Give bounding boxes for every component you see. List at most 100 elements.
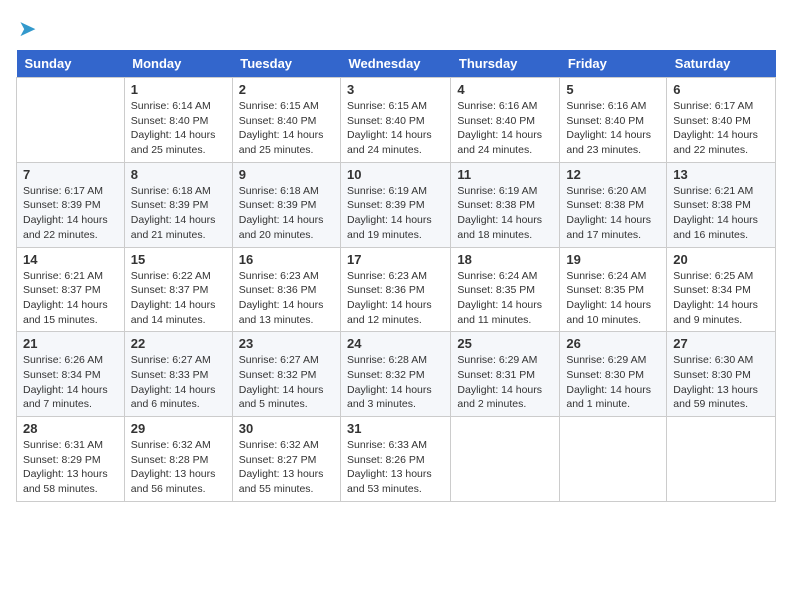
calendar-table: SundayMondayTuesdayWednesdayThursdayFrid… xyxy=(16,50,776,502)
calendar-cell: 30 Sunrise: 6:32 AM Sunset: 8:27 PM Dayli… xyxy=(232,417,340,502)
day-info: Sunrise: 6:27 AM Sunset: 8:33 PM Dayligh… xyxy=(131,353,226,412)
day-info: Sunrise: 6:22 AM Sunset: 8:37 PM Dayligh… xyxy=(131,269,226,328)
calendar-cell: 4 Sunrise: 6:16 AM Sunset: 8:40 PM Daylig… xyxy=(451,78,560,163)
day-number: 27 xyxy=(673,336,769,351)
day-number: 8 xyxy=(131,167,226,182)
calendar-week-1: 1 Sunrise: 6:14 AM Sunset: 8:40 PM Daylig… xyxy=(17,78,776,163)
day-info: Sunrise: 6:24 AM Sunset: 8:35 PM Dayligh… xyxy=(457,269,553,328)
calendar-cell: 22 Sunrise: 6:27 AM Sunset: 8:33 PM Dayli… xyxy=(124,332,232,417)
day-number: 26 xyxy=(566,336,660,351)
day-info: Sunrise: 6:28 AM Sunset: 8:32 PM Dayligh… xyxy=(347,353,444,412)
day-header-tuesday: Tuesday xyxy=(232,50,340,78)
day-info: Sunrise: 6:17 AM Sunset: 8:40 PM Dayligh… xyxy=(673,99,769,158)
day-number: 18 xyxy=(457,252,553,267)
day-info: Sunrise: 6:30 AM Sunset: 8:30 PM Dayligh… xyxy=(673,353,769,412)
day-number: 31 xyxy=(347,421,444,436)
calendar-cell: 26 Sunrise: 6:29 AM Sunset: 8:30 PM Dayli… xyxy=(560,332,667,417)
calendar-cell: 3 Sunrise: 6:15 AM Sunset: 8:40 PM Daylig… xyxy=(341,78,451,163)
day-number: 28 xyxy=(23,421,118,436)
calendar-cell: 18 Sunrise: 6:24 AM Sunset: 8:35 PM Dayli… xyxy=(451,247,560,332)
calendar-week-5: 28 Sunrise: 6:31 AM Sunset: 8:29 PM Dayli… xyxy=(17,417,776,502)
calendar-cell: 11Sunrise: 6:19 AM Sunset: 8:38 PM Dayli… xyxy=(451,162,560,247)
day-info: Sunrise: 6:24 AM Sunset: 8:35 PM Dayligh… xyxy=(566,269,660,328)
day-info: Sunrise: 6:29 AM Sunset: 8:30 PM Dayligh… xyxy=(566,353,660,412)
day-number: 19 xyxy=(566,252,660,267)
day-number: 17 xyxy=(347,252,444,267)
day-info: Sunrise: 6:23 AM Sunset: 8:36 PM Dayligh… xyxy=(347,269,444,328)
calendar-cell: 21 Sunrise: 6:26 AM Sunset: 8:34 PM Dayli… xyxy=(17,332,125,417)
day-number: 25 xyxy=(457,336,553,351)
day-number: 2 xyxy=(239,82,334,97)
day-info: Sunrise: 6:33 AM Sunset: 8:26 PM Dayligh… xyxy=(347,438,444,497)
day-header-wednesday: Wednesday xyxy=(341,50,451,78)
logo-bird-icon: ➤ xyxy=(18,16,36,42)
calendar-cell: 19 Sunrise: 6:24 AM Sunset: 8:35 PM Dayli… xyxy=(560,247,667,332)
day-info: Sunrise: 6:18 AM Sunset: 8:39 PM Dayligh… xyxy=(239,184,334,243)
calendar-cell: 2 Sunrise: 6:15 AM Sunset: 8:40 PM Daylig… xyxy=(232,78,340,163)
day-number: 9 xyxy=(239,167,334,182)
calendar-cell: 16Sunrise: 6:23 AM Sunset: 8:36 PM Dayli… xyxy=(232,247,340,332)
calendar-cell: 7 Sunrise: 6:17 AM Sunset: 8:39 PM Daylig… xyxy=(17,162,125,247)
calendar-cell xyxy=(451,417,560,502)
day-info: Sunrise: 6:20 AM Sunset: 8:38 PM Dayligh… xyxy=(566,184,660,243)
day-header-thursday: Thursday xyxy=(451,50,560,78)
day-number: 5 xyxy=(566,82,660,97)
calendar-cell: 13 Sunrise: 6:21 AM Sunset: 8:38 PM Dayli… xyxy=(667,162,776,247)
day-header-saturday: Saturday xyxy=(667,50,776,78)
day-info: Sunrise: 6:19 AM Sunset: 8:39 PM Dayligh… xyxy=(347,184,444,243)
day-number: 23 xyxy=(239,336,334,351)
day-number: 7 xyxy=(23,167,118,182)
day-header-sunday: Sunday xyxy=(17,50,125,78)
calendar-cell: 10 Sunrise: 6:19 AM Sunset: 8:39 PM Dayli… xyxy=(341,162,451,247)
calendar-cell: 12Sunrise: 6:20 AM Sunset: 8:38 PM Dayli… xyxy=(560,162,667,247)
day-info: Sunrise: 6:15 AM Sunset: 8:40 PM Dayligh… xyxy=(239,99,334,158)
day-info: Sunrise: 6:29 AM Sunset: 8:31 PM Dayligh… xyxy=(457,353,553,412)
calendar-week-3: 14Sunrise: 6:21 AM Sunset: 8:37 PM Dayli… xyxy=(17,247,776,332)
calendar-week-2: 7 Sunrise: 6:17 AM Sunset: 8:39 PM Daylig… xyxy=(17,162,776,247)
calendar-cell: 17 Sunrise: 6:23 AM Sunset: 8:36 PM Dayli… xyxy=(341,247,451,332)
day-number: 22 xyxy=(131,336,226,351)
day-info: Sunrise: 6:23 AM Sunset: 8:36 PM Dayligh… xyxy=(239,269,334,328)
calendar-cell: 8 Sunrise: 6:18 AM Sunset: 8:39 PM Daylig… xyxy=(124,162,232,247)
day-info: Sunrise: 6:27 AM Sunset: 8:32 PM Dayligh… xyxy=(239,353,334,412)
day-number: 13 xyxy=(673,167,769,182)
day-number: 21 xyxy=(23,336,118,351)
day-info: Sunrise: 6:18 AM Sunset: 8:39 PM Dayligh… xyxy=(131,184,226,243)
calendar-cell xyxy=(560,417,667,502)
calendar-cell: 29Sunrise: 6:32 AM Sunset: 8:28 PM Dayli… xyxy=(124,417,232,502)
calendar-cell: 5Sunrise: 6:16 AM Sunset: 8:40 PM Daylig… xyxy=(560,78,667,163)
calendar-cell: 6 Sunrise: 6:17 AM Sunset: 8:40 PM Daylig… xyxy=(667,78,776,163)
day-number: 3 xyxy=(347,82,444,97)
calendar-cell: 15Sunrise: 6:22 AM Sunset: 8:37 PM Dayli… xyxy=(124,247,232,332)
day-info: Sunrise: 6:25 AM Sunset: 8:34 PM Dayligh… xyxy=(673,269,769,328)
day-number: 24 xyxy=(347,336,444,351)
day-number: 6 xyxy=(673,82,769,97)
calendar-cell xyxy=(17,78,125,163)
day-info: Sunrise: 6:14 AM Sunset: 8:40 PM Dayligh… xyxy=(131,99,226,158)
header: ➤ xyxy=(16,16,776,42)
day-info: Sunrise: 6:21 AM Sunset: 8:38 PM Dayligh… xyxy=(673,184,769,243)
calendar-week-4: 21 Sunrise: 6:26 AM Sunset: 8:34 PM Dayli… xyxy=(17,332,776,417)
day-info: Sunrise: 6:31 AM Sunset: 8:29 PM Dayligh… xyxy=(23,438,118,497)
calendar-cell: 28 Sunrise: 6:31 AM Sunset: 8:29 PM Dayli… xyxy=(17,417,125,502)
calendar-cell: 24 Sunrise: 6:28 AM Sunset: 8:32 PM Dayli… xyxy=(341,332,451,417)
day-info: Sunrise: 6:32 AM Sunset: 8:27 PM Dayligh… xyxy=(239,438,334,497)
calendar-cell: 14Sunrise: 6:21 AM Sunset: 8:37 PM Dayli… xyxy=(17,247,125,332)
calendar-cell: 9 Sunrise: 6:18 AM Sunset: 8:39 PM Daylig… xyxy=(232,162,340,247)
day-info: Sunrise: 6:15 AM Sunset: 8:40 PM Dayligh… xyxy=(347,99,444,158)
day-number: 30 xyxy=(239,421,334,436)
day-info: Sunrise: 6:26 AM Sunset: 8:34 PM Dayligh… xyxy=(23,353,118,412)
day-info: Sunrise: 6:32 AM Sunset: 8:28 PM Dayligh… xyxy=(131,438,226,497)
calendar-cell: 1 Sunrise: 6:14 AM Sunset: 8:40 PM Daylig… xyxy=(124,78,232,163)
calendar-cell: 27 Sunrise: 6:30 AM Sunset: 8:30 PM Dayli… xyxy=(667,332,776,417)
day-info: Sunrise: 6:17 AM Sunset: 8:39 PM Dayligh… xyxy=(23,184,118,243)
day-number: 1 xyxy=(131,82,226,97)
day-number: 11 xyxy=(457,167,553,182)
calendar-cell: 20Sunrise: 6:25 AM Sunset: 8:34 PM Dayli… xyxy=(667,247,776,332)
calendar-cell: 23 Sunrise: 6:27 AM Sunset: 8:32 PM Dayli… xyxy=(232,332,340,417)
day-number: 10 xyxy=(347,167,444,182)
day-info: Sunrise: 6:16 AM Sunset: 8:40 PM Dayligh… xyxy=(457,99,553,158)
calendar-cell: 25 Sunrise: 6:29 AM Sunset: 8:31 PM Dayli… xyxy=(451,332,560,417)
day-number: 4 xyxy=(457,82,553,97)
day-header-friday: Friday xyxy=(560,50,667,78)
